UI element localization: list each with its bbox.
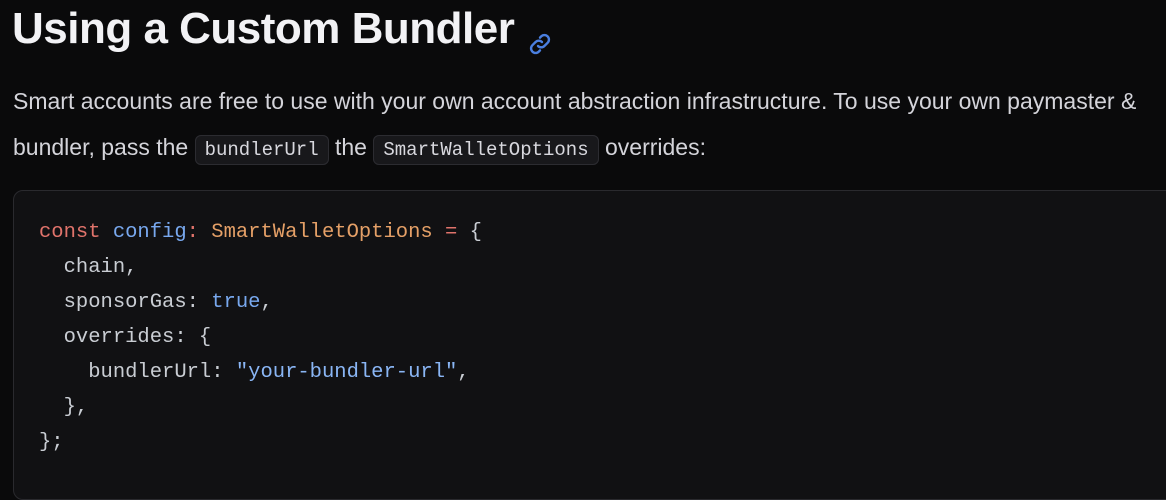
code-token: "your-bundler-url" bbox=[235, 361, 458, 384]
inline-code-bundlerurl: bundlerUrl bbox=[194, 135, 329, 165]
code-line: chain, bbox=[63, 256, 138, 279]
code-token: true bbox=[211, 291, 261, 314]
page-heading: Using a Custom Bundler bbox=[12, 4, 552, 55]
code-block: const config: SmartWalletOptions = { cha… bbox=[13, 190, 1166, 500]
paragraph-text: overrides: bbox=[605, 134, 706, 160]
code-token: sponsorGas: bbox=[63, 291, 199, 314]
inline-code-smartwalletoptions: SmartWalletOptions bbox=[373, 135, 599, 165]
code-token: : bbox=[186, 221, 199, 244]
code-token: SmartWalletOptions bbox=[211, 221, 433, 244]
code-token: , bbox=[260, 291, 273, 314]
code-line: }; bbox=[39, 431, 64, 454]
link-icon[interactable] bbox=[528, 17, 552, 55]
code-content: const config: SmartWalletOptions = { cha… bbox=[39, 215, 482, 460]
paragraph-text: the bbox=[335, 134, 367, 160]
code-token: bundlerUrl: bbox=[88, 361, 224, 384]
heading-title: Using a Custom Bundler bbox=[12, 4, 515, 53]
code-token: const bbox=[39, 221, 101, 244]
code-token: { bbox=[469, 221, 482, 244]
code-token: , bbox=[457, 361, 470, 384]
code-token: = bbox=[445, 221, 458, 244]
code-line: }, bbox=[63, 396, 89, 419]
code-line: overrides: { bbox=[63, 326, 212, 349]
description-paragraph: Smart accounts are free to use with your… bbox=[13, 78, 1163, 173]
code-token: config bbox=[112, 221, 187, 244]
